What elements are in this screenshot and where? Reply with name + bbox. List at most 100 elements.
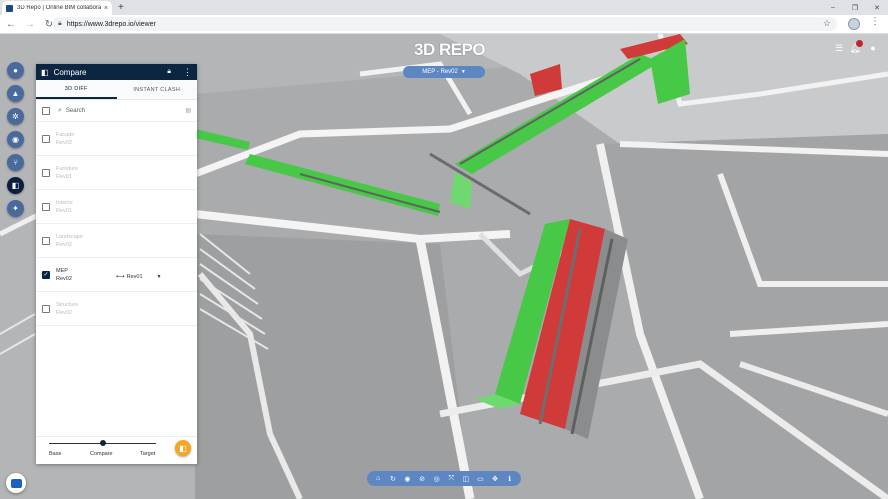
compare-icon: ◧ (179, 443, 187, 453)
compare-icon: ◧ (41, 67, 49, 77)
search-icon[interactable]: ⌕ (58, 107, 62, 115)
tab-3d-diff[interactable]: 3D DIFF (36, 80, 117, 99)
tab-instant-clash[interactable]: INSTANT CLASH (117, 80, 198, 99)
hide-icon[interactable]: ⊘ (417, 473, 428, 484)
tab-close-icon[interactable]: × (104, 5, 108, 12)
focus-icon[interactable]: ⤧ (446, 473, 457, 484)
model-name: Interior (56, 199, 74, 206)
slider-label-compare: Compare (90, 451, 113, 457)
browser-tab[interactable]: 3D Repo | Online BIM collaborat × (2, 1, 112, 15)
list-icon[interactable]: ☰ (832, 41, 846, 55)
slider-label-base: Base (49, 451, 62, 457)
rail-risks[interactable]: ▲ (7, 85, 24, 102)
rail-groups[interactable]: ✲ (7, 108, 24, 125)
list-item[interactable]: Interior Rev01 (36, 190, 197, 224)
model-revision: Rev02 (56, 309, 72, 316)
model-checkbox-checked[interactable]: ✓ (42, 270, 50, 279)
warning-icon: ▲ (11, 89, 20, 98)
account-icon[interactable]: ● (866, 41, 880, 55)
model-revision: Rev01 (56, 207, 72, 214)
browser-menu-button[interactable]: ⋮ (870, 16, 880, 27)
browser-tabstrip: 3D Repo | Online BIM collaborat × + – ❐ … (0, 0, 888, 15)
compare-panel-header: ◧ Compare 🔒︎ ⋮ (36, 64, 197, 80)
notification-badge (856, 40, 863, 47)
model-name: Structure (56, 301, 79, 308)
run-compare-button[interactable]: ◧ (175, 440, 191, 456)
3d-viewer[interactable]: 3D REPO MEP - Rev02 ▼ ☰ 🔔︎ ● ● ▲ ✲ ◉ ⑂ ◧… (0, 34, 888, 499)
panel-nav-rail: ● ▲ ✲ ◉ ⑂ ◧ ✦ (7, 62, 26, 223)
window-controls: – ❐ ✕ (822, 0, 888, 15)
list-item[interactable]: Structure Rev02 (36, 292, 197, 326)
target-revision-select[interactable]: ⟷ Rev01 ▼ (116, 273, 162, 281)
gis-icon: ✦ (12, 204, 19, 213)
select-all-checkbox[interactable] (42, 106, 50, 115)
metadata-icon[interactable]: ℹ (504, 473, 515, 484)
rail-compare[interactable]: ◧ (7, 177, 24, 194)
compare-icon: ◧ (11, 181, 20, 190)
model-name: MEP (56, 267, 68, 274)
clip-icon[interactable]: ◫ (460, 473, 471, 484)
measure-icon[interactable]: ▭ (475, 473, 486, 484)
close-window-button[interactable]: ✕ (866, 0, 888, 15)
lock-icon[interactable]: 🔒︎ (167, 68, 171, 76)
model-name: Facade (56, 131, 75, 138)
chat-button[interactable] (6, 473, 26, 493)
place-icon: ● (13, 66, 18, 75)
slider-label-target: Target (140, 451, 156, 457)
model-revision: Rev01 (56, 173, 72, 180)
model-name: Furniture (56, 165, 79, 172)
rail-issues[interactable]: ● (7, 62, 24, 79)
search-label[interactable]: Search (66, 108, 185, 114)
model-checkbox[interactable] (42, 304, 50, 313)
rail-tree[interactable]: ⑂ (7, 154, 24, 171)
compare-arrows-icon: ⟷ (116, 274, 125, 280)
list-item[interactable]: ✓ MEP Rev02 ⟷ Rev01 ▼ (36, 258, 197, 292)
model-revision: Rev02 (56, 139, 72, 146)
list-item[interactable]: Furniture Rev01 (36, 156, 197, 190)
more-options-icon[interactable]: ⋮ (183, 67, 192, 78)
chevron-down-icon: ▼ (460, 69, 466, 75)
show-all-icon[interactable]: ◉ (402, 473, 413, 484)
slider-thumb[interactable] (100, 440, 106, 446)
browser-toolbar: ← → ↻ 🔒︎ https://www.3drepo.io/viewer ☆ … (0, 15, 888, 34)
coordinates-icon[interactable]: ✥ (490, 473, 501, 484)
tree-icon: ⑂ (13, 158, 18, 167)
home-icon[interactable]: ⌂ (373, 473, 384, 484)
model-checkbox[interactable] (42, 202, 50, 211)
model-checkbox[interactable] (42, 168, 50, 177)
compare-tabs: 3D DIFF INSTANT CLASH (36, 80, 197, 100)
camera-icon: ◉ (12, 135, 19, 144)
groups-icon: ✲ (12, 112, 19, 121)
list-item[interactable]: Landscape Rev02 (36, 224, 197, 258)
model-revision: Rev02 (56, 275, 72, 282)
bookmark-star-icon[interactable]: ☆ (823, 18, 831, 29)
compare-panel: ◧ Compare 🔒︎ ⋮ 3D DIFF INSTANT CLASH ⌕ S… (36, 64, 197, 464)
url-text: https://www.3drepo.io/viewer (66, 20, 156, 28)
profile-avatar[interactable] (848, 18, 860, 30)
copy-icon[interactable]: ▤ (185, 107, 191, 114)
back-button[interactable]: ← (3, 16, 19, 32)
model-name: Landscape (56, 233, 83, 240)
isolate-icon[interactable]: ◎ (431, 473, 442, 484)
search-row: ⌕ Search ▤ (36, 100, 197, 122)
turntable-icon[interactable]: ↻ (387, 473, 398, 484)
viewer-toolbar: ⌂ ↻ ◉ ⊘ ◎ ⤧ ◫ ▭ ✥ ℹ (367, 471, 521, 486)
model-selector[interactable]: MEP - Rev02 ▼ (403, 66, 485, 78)
chevron-down-icon: ▼ (156, 273, 162, 280)
address-bar[interactable]: 🔒︎ https://www.3drepo.io/viewer ☆ (52, 17, 837, 31)
forward-button[interactable]: → (22, 16, 38, 32)
list-item[interactable]: Facade Rev02 (36, 122, 197, 156)
lock-icon: 🔒︎ (58, 20, 62, 27)
maximize-button[interactable]: ❐ (844, 0, 866, 15)
rail-gis[interactable]: ✦ (7, 200, 24, 217)
brand-logo: 3D REPO (414, 40, 486, 59)
model-checkbox[interactable] (42, 134, 50, 143)
chat-icon (10, 478, 22, 488)
favicon-icon (6, 4, 13, 12)
tab-title: 3D Repo | Online BIM collaborat (17, 5, 101, 11)
rail-views[interactable]: ◉ (7, 131, 24, 148)
minimize-button[interactable]: – (822, 0, 844, 15)
new-tab-button[interactable]: + (118, 1, 124, 14)
model-checkbox[interactable] (42, 236, 50, 245)
target-revision: Rev01 (126, 273, 143, 280)
